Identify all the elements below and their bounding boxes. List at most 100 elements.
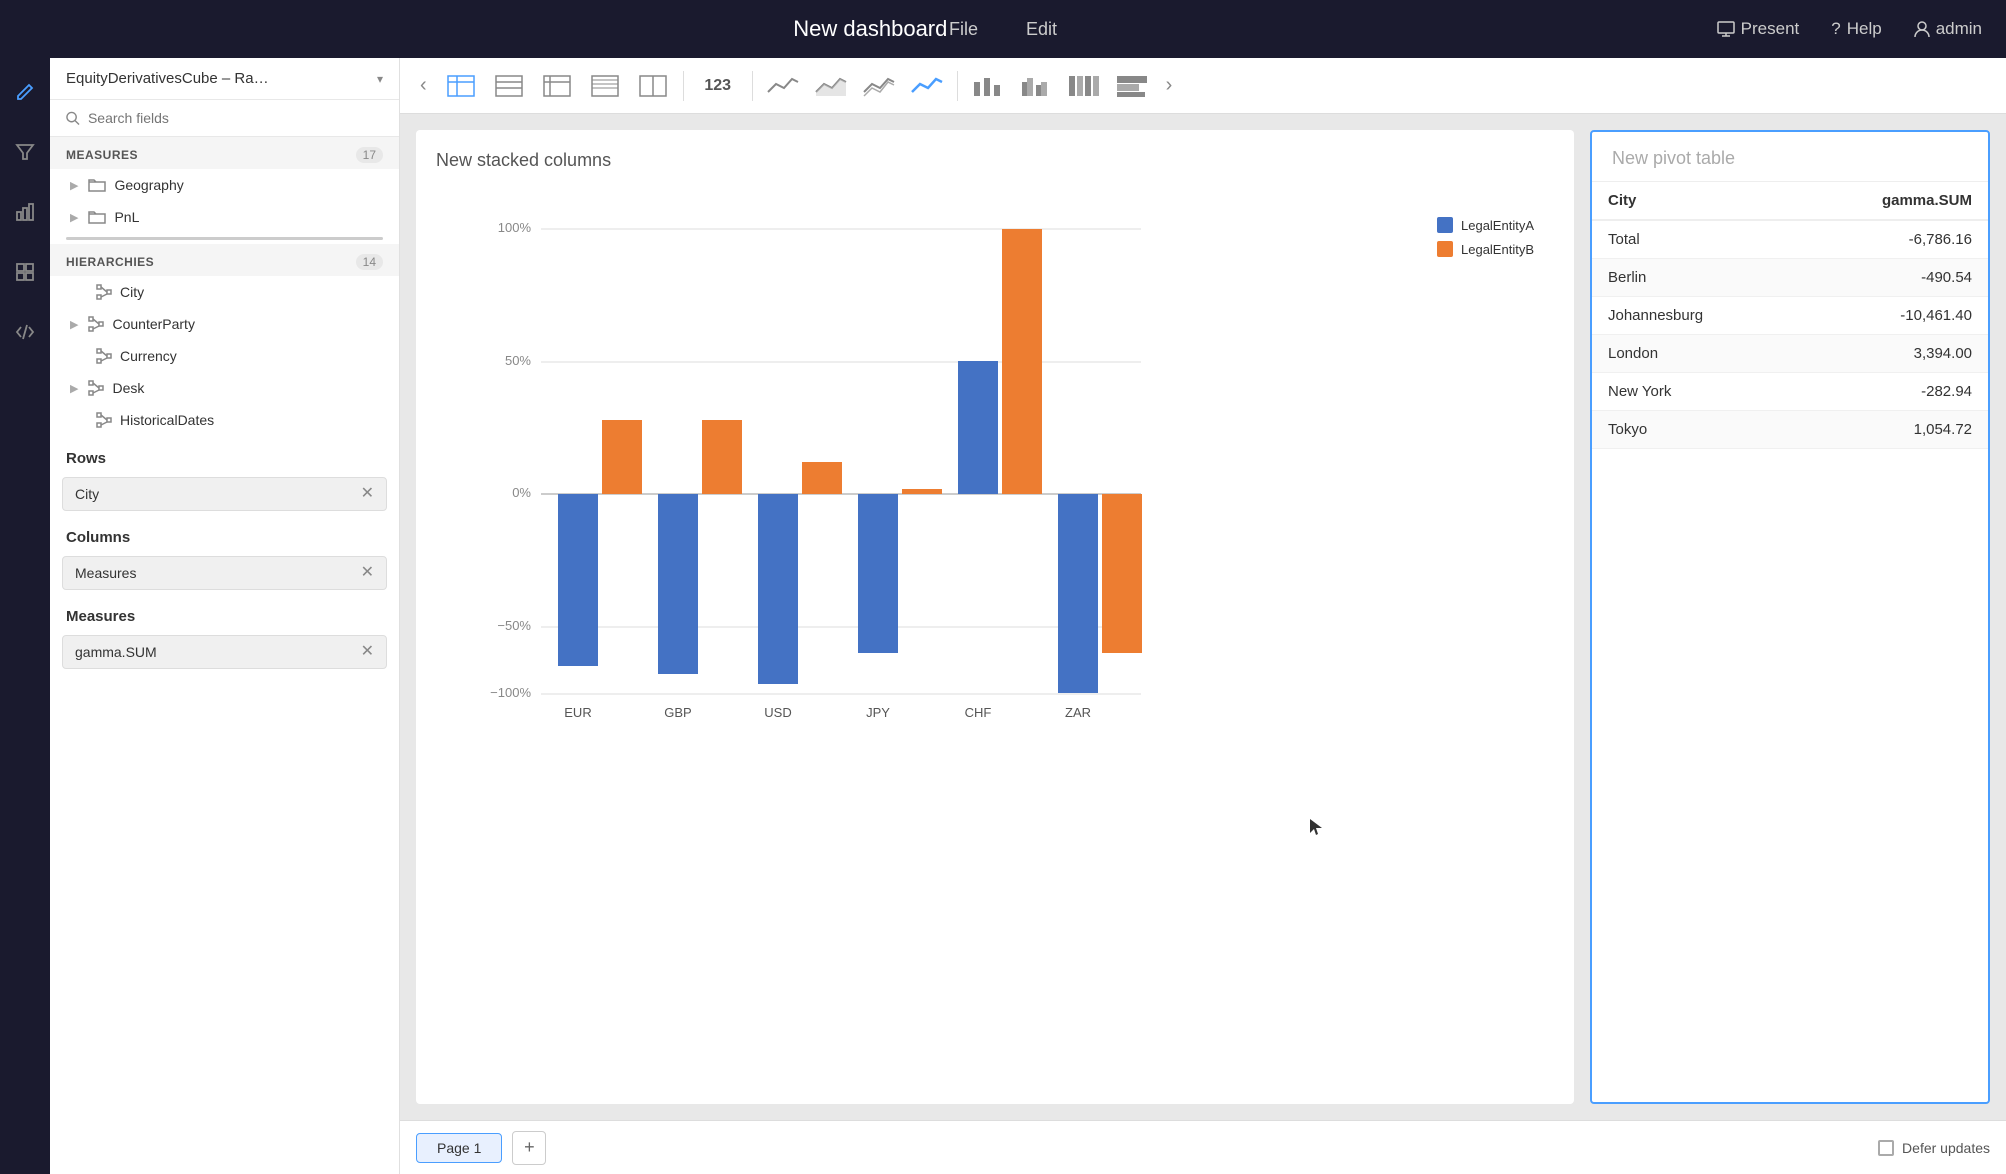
present-button[interactable]: Present bbox=[1717, 19, 1800, 39]
measures-zone-label: Measures bbox=[50, 594, 399, 631]
pivot-cell-city: Tokyo bbox=[1592, 411, 1794, 449]
icon-filter[interactable] bbox=[7, 134, 43, 170]
topbar-title: New dashboard bbox=[24, 16, 1717, 42]
svg-text:EUR: EUR bbox=[564, 705, 591, 720]
sidebar-item-desk[interactable]: ▶ Desk bbox=[50, 372, 399, 404]
sidebar-item-counterparty[interactable]: ▶ CounterParty bbox=[50, 308, 399, 340]
toolbar-line1[interactable] bbox=[761, 67, 805, 105]
toolbar-table-extra[interactable] bbox=[631, 67, 675, 105]
table-row: New York-282.94 bbox=[1592, 373, 1988, 411]
svg-text:USD: USD bbox=[764, 705, 791, 720]
pivot-cell-value: -282.94 bbox=[1794, 373, 1988, 411]
sidebar-item-historicaldates[interactable]: HistoricalDates bbox=[50, 404, 399, 436]
search-bar bbox=[50, 100, 399, 137]
cube-selector[interactable]: EquityDerivativesCube – Ra… ▾ bbox=[50, 58, 399, 100]
svg-text:ZAR: ZAR bbox=[1065, 705, 1091, 720]
chevron-down-icon: ▾ bbox=[377, 72, 383, 86]
scrollbar bbox=[66, 237, 383, 240]
table-row: Johannesburg-10,461.40 bbox=[1592, 297, 1988, 335]
toolbar-table-tree[interactable] bbox=[535, 67, 579, 105]
hierarchies-section-title: HIERARCHIES bbox=[66, 255, 154, 269]
icon-pencil[interactable] bbox=[7, 74, 43, 110]
pivot-col-city[interactable]: City bbox=[1592, 182, 1794, 220]
toolbar-bar1[interactable] bbox=[966, 67, 1010, 105]
measures-zone-chip: gamma.SUM ✕ bbox=[62, 635, 387, 669]
rows-chip-remove[interactable]: ✕ bbox=[361, 486, 374, 502]
toolbar-line3[interactable] bbox=[857, 67, 901, 105]
toolbar-table-grid[interactable] bbox=[439, 67, 483, 105]
chart-title: New stacked columns bbox=[436, 150, 1554, 171]
svg-text:100%: 100% bbox=[498, 220, 532, 235]
page-tab-1[interactable]: Page 1 bbox=[416, 1133, 502, 1163]
edit-menu[interactable]: Edit bbox=[1026, 19, 1057, 40]
pivot-cell-city: New York bbox=[1592, 373, 1794, 411]
icon-chart[interactable] bbox=[7, 194, 43, 230]
rows-chip: City ✕ bbox=[62, 477, 387, 511]
main-content: ‹ 123 bbox=[400, 58, 2006, 1174]
svg-text:CHF: CHF bbox=[965, 705, 992, 720]
chevron-right-icon: ▶ bbox=[70, 382, 78, 395]
sidebar-item-pnl[interactable]: ▶ PnL bbox=[50, 201, 399, 233]
icon-grid[interactable] bbox=[7, 254, 43, 290]
defer-label: Defer updates bbox=[1902, 1140, 1990, 1156]
toolbar-next[interactable]: › bbox=[1158, 74, 1181, 97]
hierarchies-section-header: HIERARCHIES 14 bbox=[50, 244, 399, 276]
measures-chip-remove[interactable]: ✕ bbox=[361, 644, 374, 660]
sidebar: EquityDerivativesCube – Ra… ▾ MEASURES 1… bbox=[50, 58, 400, 1174]
add-page-button[interactable]: + bbox=[512, 1131, 546, 1165]
columns-chip: Measures ✕ bbox=[62, 556, 387, 590]
admin-button[interactable]: admin bbox=[1914, 19, 1982, 39]
pivot-col-value[interactable]: gamma.SUM bbox=[1794, 182, 1988, 220]
main-layout: EquityDerivativesCube – Ra… ▾ MEASURES 1… bbox=[0, 58, 2006, 1174]
table-row: London3,394.00 bbox=[1592, 335, 1988, 373]
toolbar-prev[interactable]: ‹ bbox=[412, 74, 435, 97]
toolbar-number[interactable]: 123 bbox=[692, 67, 744, 105]
toolbar-sep3 bbox=[957, 71, 958, 101]
columns-label: Columns bbox=[50, 515, 399, 552]
folder-icon bbox=[88, 178, 106, 192]
user-icon bbox=[1914, 20, 1930, 38]
legend-item-b: LegalEntityB bbox=[1437, 241, 1534, 257]
pivot-cell-value: -6,786.16 bbox=[1794, 220, 1988, 259]
toolbar-table-flat[interactable] bbox=[487, 67, 531, 105]
toolbar-table-compact[interactable] bbox=[583, 67, 627, 105]
topbar: New dashboard File Edit Present ? Help a… bbox=[0, 0, 2006, 58]
toolbar-bar2[interactable] bbox=[1014, 67, 1058, 105]
sidebar-item-currency[interactable]: Currency bbox=[50, 340, 399, 372]
measures-section-header: MEASURES 17 bbox=[50, 137, 399, 169]
measures-count: 17 bbox=[356, 147, 383, 163]
sidebar-item-geography[interactable]: ▶ Geography bbox=[50, 169, 399, 201]
toolbar-line2[interactable] bbox=[809, 67, 853, 105]
cursor bbox=[1306, 817, 1326, 842]
defer-checkbox[interactable] bbox=[1878, 1140, 1894, 1156]
help-button[interactable]: ? Help bbox=[1831, 19, 1881, 39]
file-menu[interactable]: File bbox=[949, 19, 978, 40]
bottom-bar: Page 1 + Defer updates bbox=[400, 1120, 2006, 1174]
icon-code[interactable] bbox=[7, 314, 43, 350]
pivot-table: City gamma.SUM Total-6,786.16Berlin-490.… bbox=[1592, 182, 1988, 1102]
measures-section-title: MEASURES bbox=[66, 148, 138, 162]
hierarchy-icon bbox=[96, 412, 112, 428]
folder-icon bbox=[88, 210, 106, 224]
legend-label-b: LegalEntityB bbox=[1461, 242, 1534, 257]
toolbar-bar4[interactable] bbox=[1110, 67, 1154, 105]
chevron-right-icon: ▶ bbox=[70, 179, 78, 192]
table-row: Tokyo1,054.72 bbox=[1592, 411, 1988, 449]
toolbar-bar3[interactable] bbox=[1062, 67, 1106, 105]
table-row: Berlin-490.54 bbox=[1592, 259, 1988, 297]
legend-label-a: LegalEntityA bbox=[1461, 218, 1534, 233]
sidebar-item-city[interactable]: City bbox=[50, 276, 399, 308]
legend-item-a: LegalEntityA bbox=[1437, 217, 1534, 233]
pivot-cell-city: Total bbox=[1592, 220, 1794, 259]
toolbar-sep2 bbox=[752, 71, 753, 101]
hierarchy-icon bbox=[96, 284, 112, 300]
legend-color-a bbox=[1437, 217, 1453, 233]
monitor-icon bbox=[1717, 21, 1735, 37]
pivot-cell-value: 1,054.72 bbox=[1794, 411, 1988, 449]
columns-chip-remove[interactable]: ✕ bbox=[361, 565, 374, 581]
search-input[interactable] bbox=[88, 110, 383, 126]
bar-chart-svg: 100% 50% 0% −50% −100% bbox=[436, 187, 1216, 727]
pivot-cell-city: Johannesburg bbox=[1592, 297, 1794, 335]
svg-text:0%: 0% bbox=[512, 485, 531, 500]
toolbar-line4[interactable] bbox=[905, 67, 949, 105]
